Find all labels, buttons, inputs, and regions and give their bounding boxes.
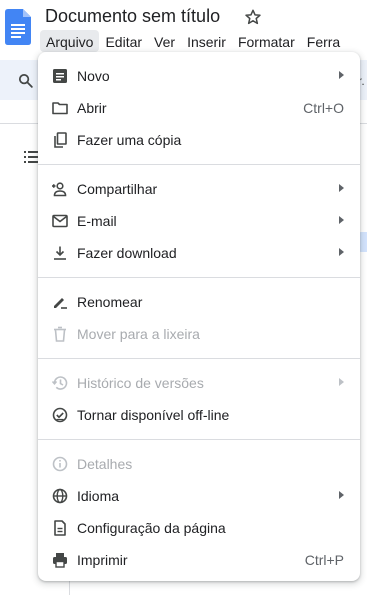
menu-item-label: Tornar disponível off-line: [77, 407, 230, 423]
menu-item-detalhes[interactable]: Detalhes: [38, 448, 360, 480]
shortcut-label: Ctrl+P: [304, 552, 344, 568]
menu-item-label: Fazer download: [77, 245, 177, 261]
offline-check-icon: [52, 407, 68, 423]
submenu-arrow-icon: [339, 491, 344, 499]
menu-ver[interactable]: Ver: [148, 30, 181, 52]
menu-inserir[interactable]: Inserir: [181, 30, 232, 52]
menu-item-historico-versoes[interactable]: Histórico de versões: [38, 367, 360, 399]
menu-item-email[interactable]: E-mail: [38, 205, 360, 237]
menu-item-configuracao-pagina[interactable]: Configuração da página: [38, 512, 360, 544]
file-menu: Novo Abrir Ctrl+O Fazer uma cópia Compar…: [38, 52, 360, 581]
menu-item-mover-lixeira[interactable]: Mover para a lixeira: [38, 318, 360, 350]
menu-formatar[interactable]: Formatar: [232, 30, 301, 52]
menu-item-label: Compartilhar: [77, 181, 158, 197]
document-title[interactable]: Documento sem título: [45, 6, 220, 27]
trash-icon: [54, 326, 66, 342]
menu-ferramentas[interactable]: Ferra: [301, 30, 346, 52]
history-icon: [51, 376, 68, 390]
menu-item-label: Detalhes: [77, 456, 133, 472]
new-document-icon: [53, 69, 67, 83]
email-icon: [52, 214, 68, 228]
menu-item-imprimir[interactable]: Imprimir Ctrl+P: [38, 544, 360, 576]
info-icon: [52, 456, 68, 472]
menu-item-label: Novo: [77, 68, 110, 84]
menu-separator: [38, 358, 360, 359]
search-icon[interactable]: [17, 72, 34, 89]
folder-icon: [52, 102, 68, 115]
menu-arquivo[interactable]: Arquivo: [40, 30, 100, 52]
menu-bar: Arquivo Editar Ver Inserir Formatar Ferr…: [40, 30, 346, 52]
docs-logo-icon[interactable]: [5, 9, 31, 45]
menu-item-label: Idioma: [77, 488, 120, 504]
menu-separator: [38, 164, 360, 165]
submenu-arrow-icon: [339, 184, 344, 192]
menu-item-compartilhar[interactable]: Compartilhar: [38, 173, 360, 205]
menu-item-label: Fazer uma cópia: [77, 132, 182, 148]
download-icon: [54, 246, 66, 260]
menu-separator: [38, 439, 360, 440]
menu-item-renomear[interactable]: Renomear: [38, 286, 360, 318]
menu-separator: [38, 277, 360, 278]
menu-item-novo[interactable]: Novo: [38, 60, 360, 92]
menu-item-fazer-download[interactable]: Fazer download: [38, 237, 360, 269]
menu-item-abrir[interactable]: Abrir Ctrl+O: [38, 92, 360, 124]
printer-icon: [53, 553, 67, 568]
rename-pen-icon: [54, 298, 67, 309]
star-icon[interactable]: [244, 8, 262, 26]
menu-item-label: Histórico de versões: [77, 375, 204, 391]
submenu-arrow-icon: [339, 71, 344, 79]
menu-item-idioma[interactable]: Idioma: [38, 480, 360, 512]
menu-item-label: Renomear: [77, 294, 143, 310]
submenu-arrow-icon: [339, 216, 344, 224]
menu-item-label: E-mail: [77, 213, 117, 229]
page-setup-icon: [54, 520, 66, 536]
menu-editar[interactable]: Editar: [99, 30, 148, 52]
menu-item-label: Mover para a lixeira: [77, 326, 200, 342]
menu-item-offline[interactable]: Tornar disponível off-line: [38, 399, 360, 431]
submenu-arrow-icon: [339, 378, 344, 386]
globe-icon: [52, 488, 68, 504]
menu-item-label: Imprimir: [77, 552, 128, 568]
submenu-arrow-icon: [339, 248, 344, 256]
copy-icon: [54, 132, 67, 148]
menu-item-fazer-copia[interactable]: Fazer uma cópia: [38, 124, 360, 156]
menu-item-label: Abrir: [77, 100, 107, 116]
shortcut-label: Ctrl+O: [303, 100, 344, 116]
menu-item-label: Configuração da página: [77, 520, 226, 536]
share-person-icon: [52, 182, 67, 197]
